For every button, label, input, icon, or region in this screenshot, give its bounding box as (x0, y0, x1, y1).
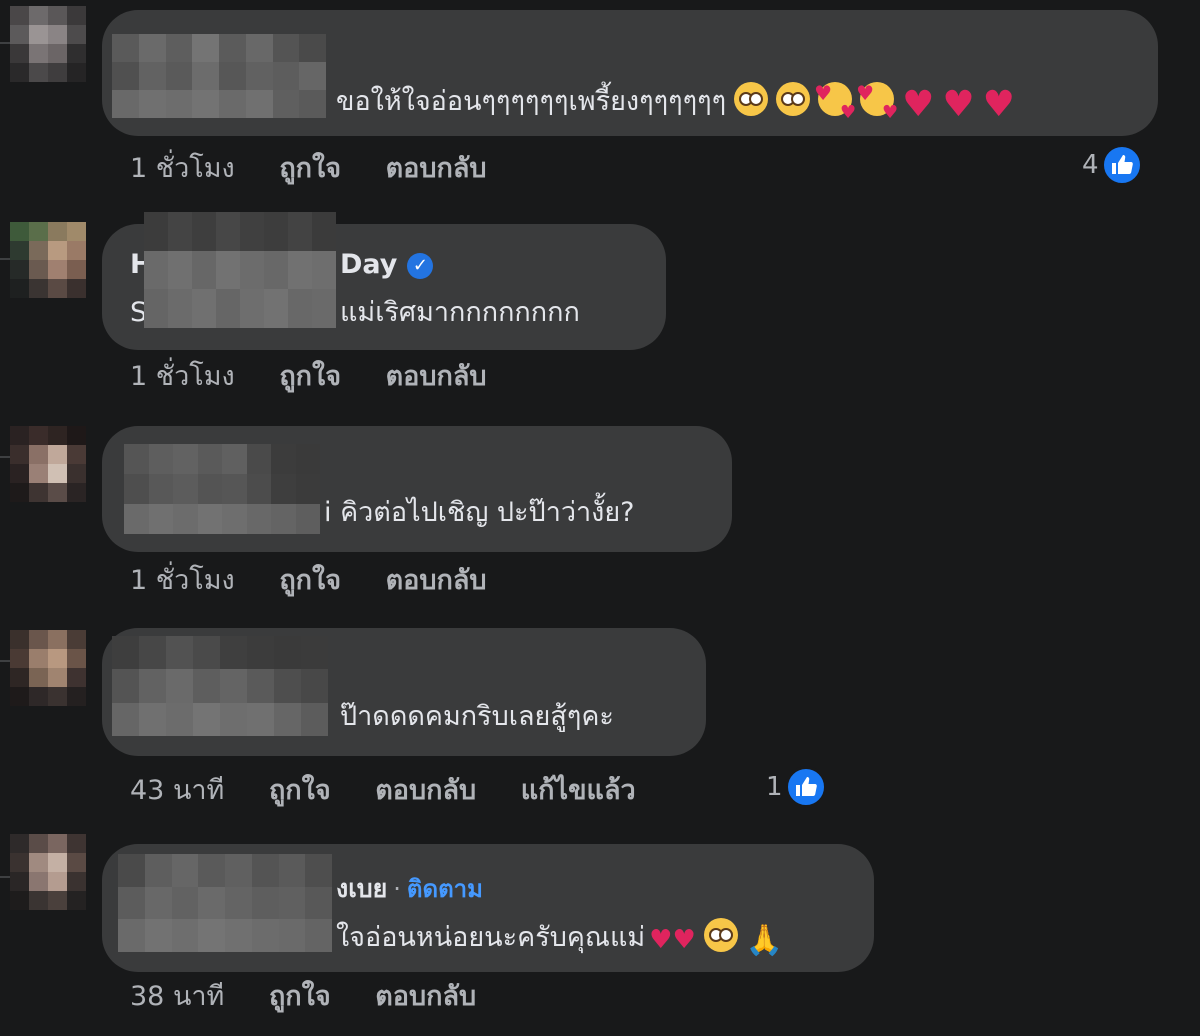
smiling-face-with-hearts-icon (856, 76, 898, 130)
commenter-name-end[interactable]: Day ✓ (340, 248, 434, 282)
like-button[interactable]: ถูกใจ (269, 981, 331, 1012)
avatar[interactable] (10, 426, 86, 502)
comment-bubble: งเบย · ติดตาม ใจอ่อนหน่อยนะครับคุณแม่ ♥♥ 🙏 (102, 844, 874, 972)
blurred-name (112, 636, 328, 736)
comment-bubble: H S Day ✓ แม่เริศมากกกกกกกก (102, 212, 666, 350)
comment-bubble: ขอให้ใจอ่อนๆๆๆๆๆๆเพรี้ยงๆๆๆๆๆๆ♥ ♥♥ (102, 10, 1158, 136)
comment-text: ใจอ่อนหน่อยนะครับคุณแม่ ♥♥ 🙏 (336, 918, 783, 958)
pleading-face-icon (703, 918, 738, 952)
two-hearts-icon: ♥♥ (649, 925, 696, 955)
red-heart-icon: ♥ (902, 84, 935, 125)
reaction-count: 1 (766, 772, 783, 802)
timestamp[interactable]: 38 นาที (130, 981, 224, 1012)
red-heart-icon: ♥ (982, 84, 1015, 125)
timestamp[interactable]: 1 ชั่วโมง (130, 565, 235, 596)
like-button[interactable]: ถูกใจ (279, 565, 341, 596)
blurred-name (124, 444, 320, 534)
timestamp[interactable]: 43 นาที (130, 775, 224, 806)
follow-button[interactable]: ติดตาม (407, 875, 483, 903)
pleading-face-icon (776, 82, 811, 116)
timestamp[interactable]: 1 ชั่วโมง (130, 361, 235, 392)
reaction-summary[interactable]: 1 (766, 766, 827, 808)
reaction-summary[interactable]: 4 (1082, 144, 1143, 186)
timestamp[interactable]: 1 ชั่วโมง (130, 153, 235, 184)
avatar[interactable] (10, 6, 86, 82)
avatar[interactable] (10, 222, 86, 298)
comment-bubble: ป๊าดดดคมกริบเลยสู้ๆคะ (102, 628, 706, 756)
reply-button[interactable]: ตอบกลับ (375, 775, 476, 806)
reaction-count: 4 (1082, 150, 1099, 180)
comment-meta: 1 ชั่วโมง ถูกใจ ตอบกลับ (130, 152, 523, 186)
thumbs-up-icon (1100, 144, 1143, 186)
separator-dot: · (393, 875, 401, 903)
comment-meta: 43 นาที ถูกใจ ตอบกลับ แก้ไขแล้ว (130, 774, 672, 808)
comment-meta: 1 ชั่วโมง ถูกใจ ตอบกลับ (130, 360, 523, 394)
blurred-name (144, 212, 336, 328)
comment-bubble: i คิวต่อไปเชิญ ปะป๊าว่างั้ย? (102, 426, 732, 552)
comment-meta: 38 นาที ถูกใจ ตอบกลับ (130, 980, 512, 1014)
thumbs-up-icon (784, 766, 827, 808)
reply-button[interactable]: ตอบกลับ (386, 361, 487, 392)
commenter-name-end[interactable]: งเบย · ติดตาม (336, 872, 483, 906)
pleading-face-icon (734, 82, 769, 116)
avatar[interactable] (10, 834, 86, 910)
reply-button[interactable]: ตอบกลับ (375, 981, 476, 1012)
reply-button[interactable]: ตอบกลับ (386, 153, 487, 184)
like-button[interactable]: ถูกใจ (279, 361, 341, 392)
blurred-name (112, 34, 326, 118)
edited-label[interactable]: แก้ไขแล้ว (521, 775, 636, 806)
verified-badge-icon: ✓ (407, 253, 434, 279)
comment-text: ป๊าดดดคมกริบเลยสู้ๆคะ (340, 701, 614, 732)
reply-button[interactable]: ตอบกลับ (386, 565, 487, 596)
like-button[interactable]: ถูกใจ (279, 153, 341, 184)
comment-text: i คิวต่อไปเชิญ ปะป๊าว่างั้ย? (324, 497, 635, 528)
like-button[interactable]: ถูกใจ (269, 775, 331, 806)
smiling-face-with-hearts-icon (814, 76, 856, 130)
folded-hands-icon: 🙏 (745, 923, 784, 958)
comment-text: ขอให้ใจอ่อนๆๆๆๆๆๆเพรี้ยงๆๆๆๆๆๆ♥ ♥♥ (336, 76, 1015, 130)
avatar[interactable] (10, 630, 86, 706)
blurred-name (118, 854, 332, 952)
comment-meta: 1 ชั่วโมง ถูกใจ ตอบกลับ (130, 564, 523, 598)
red-heart-icon: ♥ (942, 84, 975, 125)
comment-text: แม่เริศมากกกกกกกก (340, 297, 580, 328)
